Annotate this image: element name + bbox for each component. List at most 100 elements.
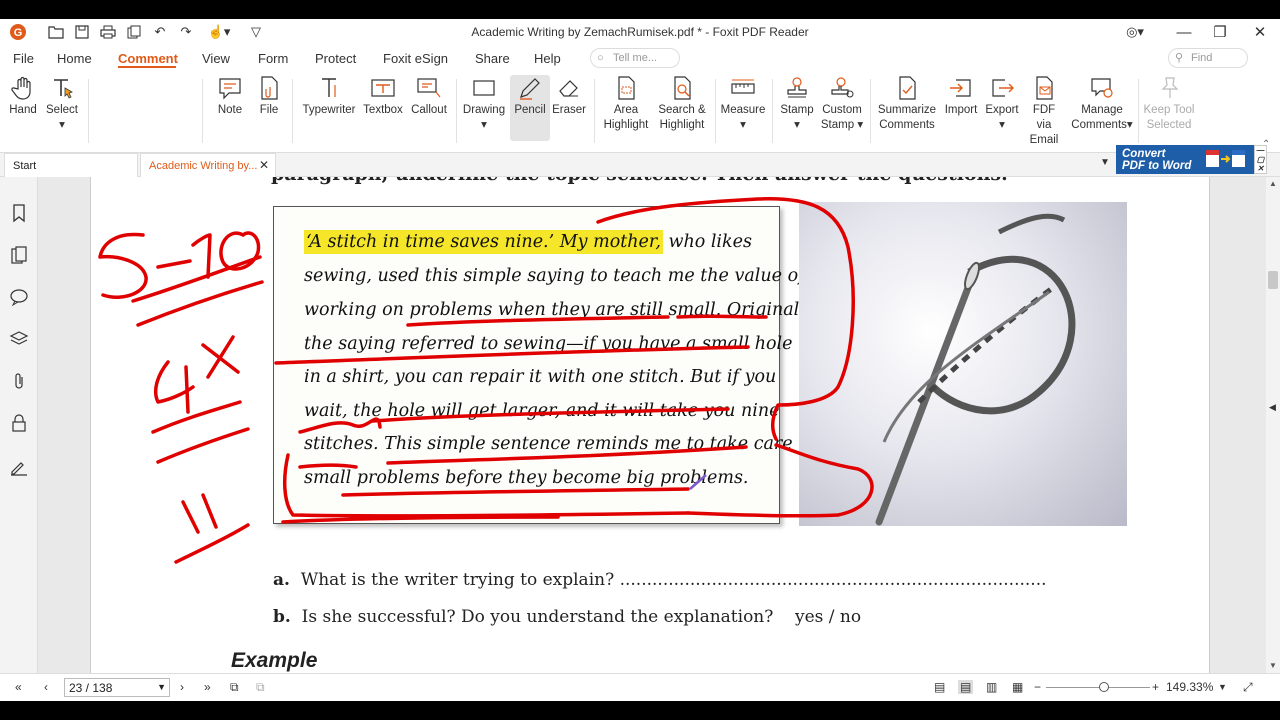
page-dropdown-icon[interactable]: ▼	[157, 682, 166, 692]
file-attachment-button[interactable]: File	[254, 75, 284, 118]
zoom-slider-thumb[interactable]	[1099, 682, 1109, 692]
left-navigation-panel: ▶	[0, 177, 47, 673]
tab-list-dropdown-icon[interactable]: ▼	[1100, 157, 1110, 168]
continuous-facing-icon[interactable]: ▦	[1012, 680, 1023, 694]
export-button[interactable]: Export ▾	[983, 75, 1021, 133]
active-tab-underline	[118, 66, 176, 68]
file-attachment-icon	[261, 76, 278, 100]
area-highlight-button[interactable]: Area Highlight	[600, 75, 652, 133]
measure-label: Measure	[720, 104, 766, 116]
page-number-field[interactable]: 23 / 138 ▼	[64, 678, 170, 697]
zoom-in-icon[interactable]: +	[1152, 680, 1159, 694]
page-thumbnails-icon[interactable]	[9, 245, 29, 265]
tab-start[interactable]: Start	[4, 153, 138, 177]
previous-page-icon[interactable]: ‹	[44, 680, 48, 694]
single-page-view-icon[interactable]: ▤	[934, 680, 945, 694]
pencil-cursor-icon	[689, 474, 707, 490]
search-highlight-label-2: Highlight	[659, 119, 705, 131]
zoom-slider-track[interactable]	[1046, 687, 1150, 688]
next-page-icon[interactable]: ›	[180, 680, 184, 694]
rectangle-icon	[473, 80, 495, 96]
document-viewport[interactable]: paragraph, underline the topic sentence.…	[38, 177, 1266, 673]
note-button[interactable]: Note	[213, 75, 247, 118]
tell-me-placeholder: Tell me...	[613, 52, 658, 64]
comments-panel-icon[interactable]	[9, 287, 29, 307]
find-input[interactable]: ⚲ Find	[1168, 48, 1248, 68]
tab-document[interactable]: Academic Writing by... ✕	[140, 153, 276, 177]
summarize-label-2: Comments	[879, 119, 935, 131]
hand-icon	[11, 76, 31, 100]
facing-view-icon[interactable]: ▥	[986, 680, 997, 694]
menu-protect[interactable]: Protect	[315, 51, 356, 66]
manage-comments-icon	[1091, 78, 1113, 98]
typewriter-label: Typewriter	[302, 104, 356, 116]
menu-home[interactable]: Home	[57, 51, 92, 66]
area-highlight-icon	[618, 76, 635, 100]
callout-button[interactable]: Callout	[408, 75, 450, 118]
scrollbar-thumb[interactable]	[1268, 271, 1278, 289]
menu-help[interactable]: Help	[534, 51, 561, 66]
select-tool-button[interactable]: Select ▾	[45, 75, 79, 133]
menu-esign[interactable]: Foxit eSign	[383, 51, 448, 66]
typewriter-button[interactable]: Typewriter	[300, 75, 358, 118]
document-tabs: Start Academic Writing by... ✕ ▼	[0, 153, 1280, 177]
ribbon-separator	[1138, 79, 1139, 143]
minimize-icon[interactable]: —	[1166, 21, 1202, 43]
measure-button[interactable]: Measure ▾	[720, 75, 766, 133]
zoom-out-icon[interactable]: −	[1034, 680, 1041, 694]
signature-icon[interactable]	[9, 457, 29, 477]
ribbon-separator	[772, 79, 773, 143]
continuous-view-icon[interactable]: ▤	[958, 680, 974, 694]
drawing-dropdown-icon: ▾	[481, 119, 487, 131]
zoom-dropdown-icon[interactable]: ▼	[1218, 682, 1227, 692]
scroll-down-icon[interactable]: ▼	[1269, 661, 1277, 670]
import-button[interactable]: Import	[942, 75, 980, 118]
menu-share[interactable]: Share	[475, 51, 510, 66]
account-icon[interactable]: ◎▾	[1120, 23, 1150, 41]
drawing-button[interactable]: Drawing ▾	[462, 75, 506, 133]
eraser-icon	[559, 80, 578, 97]
first-page-icon[interactable]: «	[15, 680, 22, 694]
menu-view[interactable]: View	[202, 51, 230, 66]
summarize-comments-button[interactable]: Summarize Comments	[876, 75, 938, 133]
menu-comment[interactable]: Comment	[118, 51, 178, 66]
vertical-scrollbar[interactable]: ▲ ◀ ▼	[1266, 177, 1280, 673]
attachment-icon[interactable]	[9, 371, 29, 391]
layers-icon[interactable]	[9, 329, 29, 349]
pencil-button[interactable]: Pencil	[510, 75, 550, 141]
textbox-button[interactable]: Textbox	[362, 75, 404, 118]
select-text-icon	[54, 79, 73, 99]
restore-icon[interactable]: ❐	[1202, 21, 1238, 43]
select-label: Select	[46, 104, 78, 116]
keep-tool-label-1: Keep Tool	[1143, 104, 1195, 116]
scroll-up-icon[interactable]: ▲	[1269, 179, 1277, 188]
stamp-button[interactable]: Stamp ▾	[778, 75, 816, 133]
close-icon[interactable]: ✕	[1242, 21, 1278, 43]
fullscreen-icon[interactable]: ⤢	[1243, 680, 1253, 695]
tell-me-input[interactable]: ○ Tell me...	[590, 48, 680, 68]
ribbon-separator	[88, 79, 89, 143]
custom-stamp-button[interactable]: Custom Stamp ▾	[818, 75, 866, 133]
manage-comments-button[interactable]: Manage Comments▾	[1068, 75, 1136, 133]
callout-icon	[417, 78, 441, 98]
fdf-via-email-button[interactable]: FDF via Email	[1024, 75, 1064, 148]
ribbon-separator	[870, 79, 871, 143]
hand-tool-button[interactable]: Hand	[6, 75, 40, 118]
security-lock-icon[interactable]	[9, 413, 29, 433]
previous-view-icon[interactable]: ⧉	[230, 680, 239, 695]
last-page-icon[interactable]: »	[204, 680, 211, 694]
bookmark-icon[interactable]	[9, 203, 29, 223]
fdf-label-1: FDF via	[1032, 104, 1056, 131]
tab-close-icon[interactable]: ✕	[259, 158, 269, 172]
eraser-button[interactable]: Eraser	[551, 75, 587, 118]
search-highlight-button[interactable]: Search & Highlight	[655, 75, 709, 133]
menu-form[interactable]: Form	[258, 51, 288, 66]
banner-controls[interactable]: — ▢ ✕	[1254, 145, 1267, 174]
ruler-icon	[731, 79, 755, 94]
keep-tool-selected-button[interactable]: Keep Tool Selected	[1142, 75, 1196, 133]
collapse-right-panel-icon[interactable]: ◀	[1269, 402, 1276, 413]
convert-pdf-to-word-banner[interactable]: Convert PDF to Word — ▢ ✕	[1116, 145, 1267, 174]
menu-file[interactable]: File	[13, 51, 34, 66]
file-label: File	[259, 104, 279, 116]
zoom-level[interactable]: 149.33%	[1166, 680, 1213, 694]
